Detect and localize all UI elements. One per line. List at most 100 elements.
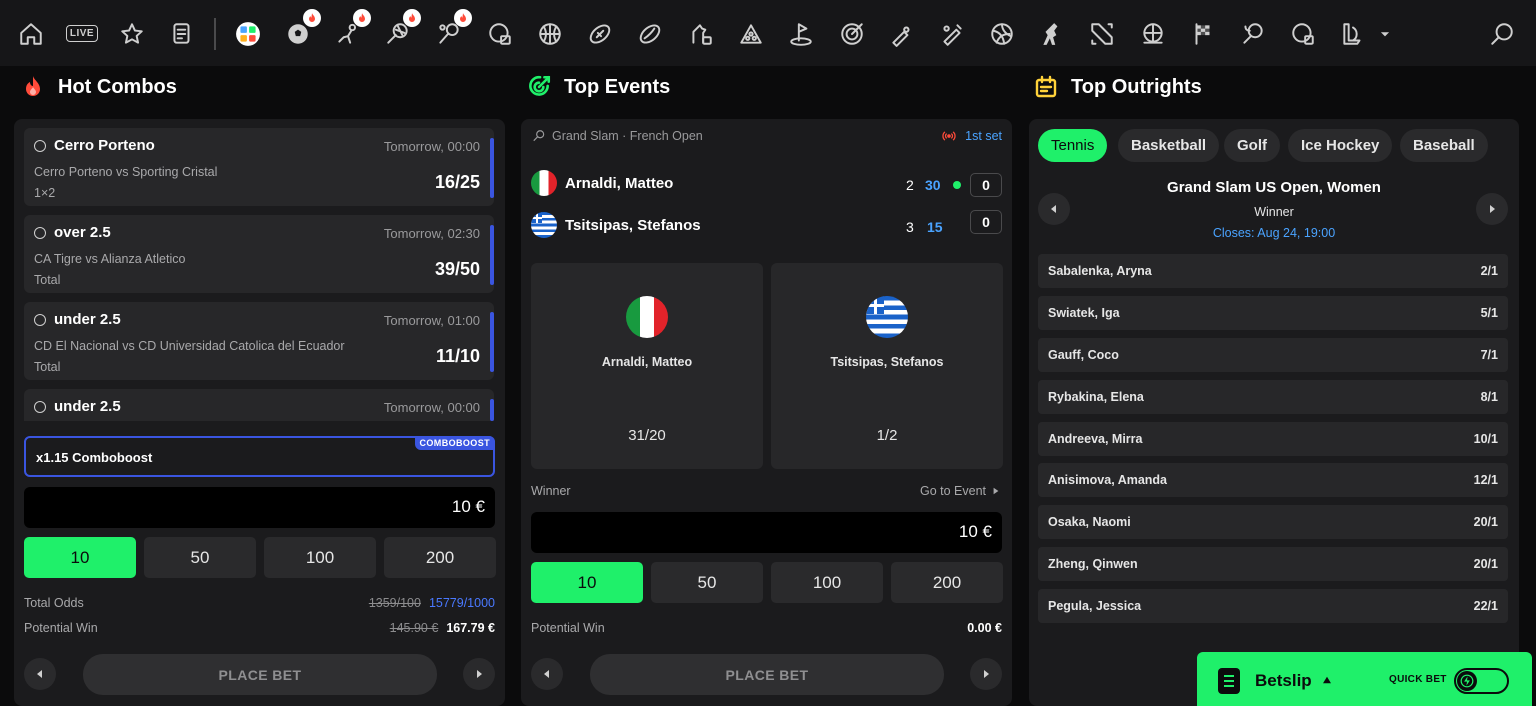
market-label: Winner	[531, 484, 571, 498]
outright-row[interactable]: Osaka, Naomi 20/1	[1038, 505, 1508, 539]
outright-row[interactable]: Anisimova, Amanda 12/1	[1038, 463, 1508, 497]
all-sports-icon[interactable]	[231, 17, 265, 51]
quick-stake-button[interactable]: 50	[144, 537, 256, 578]
horse-racing-icon[interactable]	[684, 17, 718, 51]
soccer-icon[interactable]	[281, 9, 321, 51]
outcome-button[interactable]: Tsitsipas, Stefanos 1/2	[771, 263, 1003, 469]
next-arrow-icon[interactable]	[970, 658, 1002, 690]
basketball-icon[interactable]	[533, 17, 567, 51]
betslip-label: Betslip	[1255, 671, 1312, 690]
combo-odds: 11/10	[435, 346, 480, 366]
tab-golf[interactable]: Golf	[1224, 129, 1280, 162]
go-to-event-link[interactable]: Go to Event	[920, 484, 1000, 498]
betslip-bar[interactable]: Betslip QUICK BET	[1197, 652, 1532, 706]
combo-card[interactable]: Cerro Porteno Tomorrow, 00:00 Cerro Port…	[24, 128, 494, 206]
outright-row[interactable]: Zheng, Qinwen 20/1	[1038, 547, 1508, 581]
combo-card[interactable]: over 2.5 Tomorrow, 02:30 CA Tigre vs Ali…	[24, 215, 494, 293]
motorsport-icon[interactable]	[1186, 17, 1220, 51]
search-icon[interactable]	[1485, 17, 1519, 51]
outright-row[interactable]: Andreeva, Mirra 10/1	[1038, 422, 1508, 456]
tab-baseball[interactable]: Baseball	[1400, 129, 1488, 162]
live-status: 1st set	[941, 129, 1002, 143]
quick-stake-button[interactable]: 50	[651, 562, 763, 603]
golf-icon[interactable]	[784, 17, 818, 51]
quick-stake-button[interactable]: 200	[384, 537, 496, 578]
outright-odds: 10/1	[1473, 432, 1498, 446]
table-tennis-icon[interactable]	[432, 9, 472, 51]
combo-card[interactable]: under 2.5 Tomorrow, 00:00	[24, 389, 494, 421]
combo-time: Tomorrow, 00:00	[383, 400, 480, 415]
home-icon[interactable]	[14, 17, 48, 51]
quick-stake-button[interactable]: 200	[891, 562, 1003, 603]
baseball-icon[interactable]	[885, 17, 919, 51]
stake-value: 10 €	[451, 497, 485, 516]
combo-market: 1×2	[34, 186, 56, 200]
stake-input[interactable]: 10 €	[24, 487, 495, 528]
quick-stake-button[interactable]: 100	[771, 562, 883, 603]
hot-combos-heading: Hot Combos	[20, 72, 177, 102]
outright-odds: 12/1	[1473, 473, 1498, 487]
cricket-icon[interactable]	[935, 17, 969, 51]
potential-win-row: Potential Win 0.00 €	[531, 621, 1002, 635]
potential-win-row: Potential Win 145.90 € 167.79 €	[24, 621, 495, 635]
competition-breadcrumb[interactable]: Grand Slam · French Open	[532, 129, 703, 143]
outright-row[interactable]: Swiatek, Iga 5/1	[1038, 296, 1508, 330]
snooker-icon[interactable]	[734, 17, 768, 51]
outcome-name: Arnaldi, Matteo	[601, 355, 693, 369]
outright-odds: 5/1	[1480, 306, 1498, 320]
quick-stake-button[interactable]: 10	[24, 537, 136, 578]
outcome-button[interactable]: Arnaldi, Matteo 31/20	[531, 263, 763, 469]
stake-value: 10 €	[958, 522, 992, 541]
outright-name: Pegula, Jessica	[1048, 599, 1142, 613]
tennis-icon[interactable]	[381, 9, 421, 51]
prev-arrow-icon[interactable]	[531, 658, 563, 690]
handball-icon[interactable]	[1136, 17, 1170, 51]
counter-strike-icon[interactable]	[1035, 17, 1069, 51]
combo-card[interactable]: under 2.5 Tomorrow, 01:00 CD El Nacional…	[24, 302, 494, 380]
comboboost-label: x1.15 Comboboost	[36, 450, 153, 465]
chevron-down-icon[interactable]	[1373, 17, 1397, 51]
ice-hockey-icon[interactable]	[331, 9, 371, 51]
volleyball-icon[interactable]	[985, 17, 1019, 51]
american-football-icon[interactable]	[583, 17, 617, 51]
outright-row[interactable]: Pegula, Jessica 22/1	[1038, 589, 1508, 623]
betslip-history-icon[interactable]	[165, 17, 199, 51]
rugby-icon[interactable]	[633, 17, 667, 51]
dota-icon[interactable]	[1085, 17, 1119, 51]
comboboost-banner: x1.15 Comboboost COMBOBOOST	[24, 436, 495, 477]
darts-icon[interactable]	[835, 17, 869, 51]
live-icon[interactable]: LIVE	[66, 25, 98, 42]
outright-name: Zheng, Qinwen	[1048, 557, 1138, 571]
player-name: Arnaldi, Matteo	[565, 175, 674, 192]
combo-time: Tomorrow, 02:30	[383, 226, 480, 241]
place-bet-button[interactable]: PLACE BET	[590, 654, 944, 695]
place-bet-button[interactable]: PLACE BET	[83, 654, 437, 695]
outright-row[interactable]: Rybakina, Elena 8/1	[1038, 380, 1508, 414]
outright-row[interactable]: Gauff, Coco 7/1	[1038, 338, 1508, 372]
tab-tennis[interactable]: Tennis	[1038, 129, 1108, 162]
favorites-icon[interactable]	[115, 17, 149, 51]
outright-name: Andreeva, Mirra	[1048, 432, 1143, 446]
next-arrow-icon[interactable]	[1476, 193, 1508, 225]
tab-basketball[interactable]: Basketball	[1118, 129, 1220, 162]
quick-stake-button[interactable]: 10	[531, 562, 643, 603]
esoccer-icon[interactable]	[483, 17, 517, 51]
outright-closes: Closes: Aug 24, 19:00	[1212, 226, 1336, 240]
outright-name: Swiatek, Iga	[1048, 306, 1120, 320]
league-of-legends-icon[interactable]	[1336, 17, 1370, 51]
hockey-icon[interactable]	[1286, 17, 1320, 51]
combo-match: CD El Nacional vs CD Universidad Catolic…	[34, 339, 345, 353]
greece-flag-icon	[531, 212, 557, 238]
stake-input[interactable]: 10 €	[531, 512, 1002, 553]
next-arrow-icon[interactable]	[463, 658, 495, 690]
quick-bet-toggle[interactable]	[1454, 668, 1509, 694]
player-sets: 2	[906, 177, 914, 193]
combo-market: Total	[34, 360, 61, 374]
prev-arrow-icon[interactable]	[24, 658, 56, 690]
chevron-up-icon	[1323, 676, 1331, 684]
tab-ice-hockey[interactable]: Ice Hockey	[1288, 129, 1393, 162]
outright-row[interactable]: Sabalenka, Aryna 2/1	[1038, 254, 1508, 288]
quick-stake-button[interactable]: 100	[264, 537, 376, 578]
badminton-icon[interactable]	[1236, 17, 1270, 51]
fire-icon	[20, 74, 46, 100]
